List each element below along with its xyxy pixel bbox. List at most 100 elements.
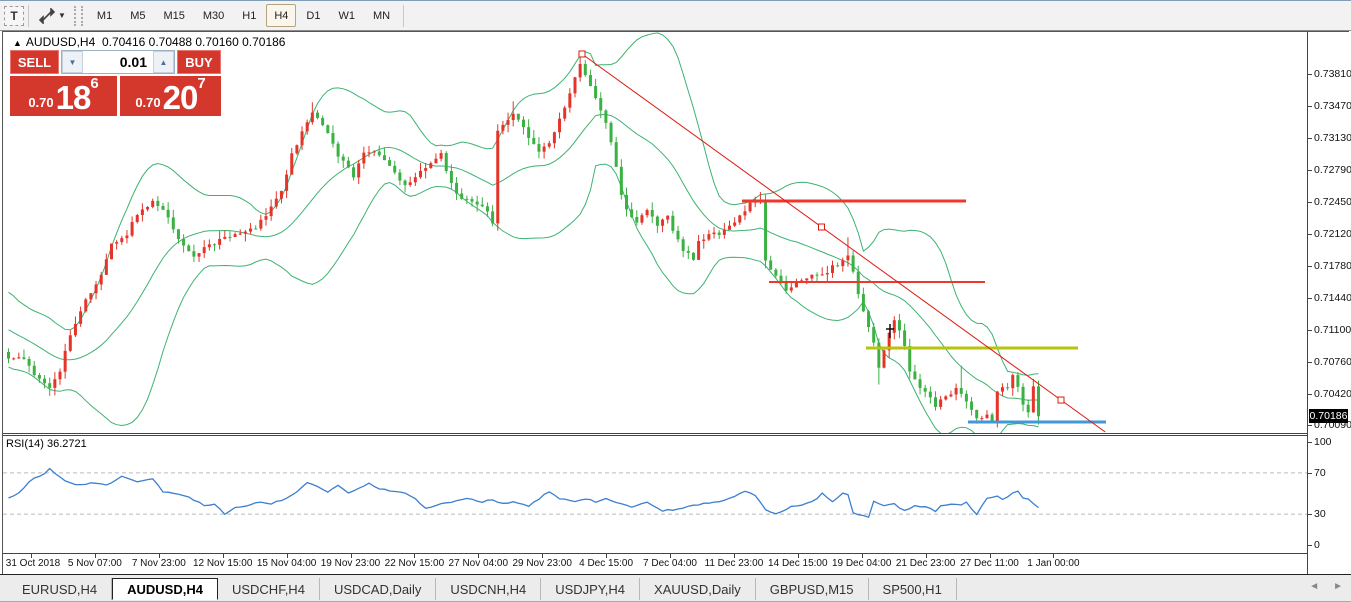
timeframe-button-m5[interactable]: M5 [122, 4, 153, 27]
tab-usdjpy-h4[interactable]: USDJPY,H4 [541, 578, 641, 600]
tab-audusd-h4[interactable]: AUDUSD,H4 [112, 578, 218, 600]
time-tick-label: 19 Dec 04:00 [831, 558, 892, 569]
price-axis[interactable]: 0.70186 0.73810 0.73470 0.73130 0.72790 0.72… [1307, 32, 1351, 575]
sell-button[interactable]: SELL [10, 50, 59, 74]
tab-usdcnh-h4[interactable]: USDCNH,H4 [436, 578, 542, 600]
time-axis[interactable]: 31 Oct 2018 5 Nov 07:00 7 Nov 23:00 12 Nov … [3, 553, 1307, 574]
timeframe-toolbar: M1 M5 M15 M30 H1 H4 D1 W1 MN [88, 4, 399, 27]
sell-price-prefix: 0.70 [28, 95, 54, 110]
rsi-tick-mark [1308, 545, 1312, 546]
toolbar-separator [403, 4, 405, 27]
price-tick-mark [1308, 106, 1312, 108]
rsi-tick-mark [1308, 472, 1312, 474]
price-tick-mark [1308, 233, 1312, 235]
price-tick-mark [1308, 202, 1312, 204]
time-tick-label: 14 Dec 15:00 [768, 558, 828, 569]
price-tick-mark [1308, 394, 1312, 395]
price-tick-label: 0.71780 [1314, 259, 1351, 272]
timeframe-button-m1[interactable]: M1 [89, 4, 120, 27]
price-tick-label: 0.70760 [1314, 355, 1351, 368]
rsi-indicator-label: RSI(14) 36.2721 [6, 438, 87, 450]
time-tick-label: 1 Jan 00:00 [1027, 558, 1080, 569]
trendline [581, 53, 1106, 433]
time-tick-label: 12 Nov 15:00 [192, 558, 253, 569]
volume-stepper: ▼ 0.01 ▲ [61, 50, 175, 74]
price-tick-label: 0.71100 [1314, 323, 1351, 336]
tab-scroll-nav: ◄ ► [1309, 581, 1343, 592]
time-tick-label: 22 Nov 15:00 [384, 558, 445, 569]
volume-input[interactable]: 0.01 [83, 51, 153, 73]
timeframe-button-m30[interactable]: M30 [195, 4, 232, 27]
time-tick-label: 21 Dec 23:00 [895, 558, 956, 569]
arrows-tool-button[interactable]: ▼ [34, 4, 71, 28]
trendline-handle-0 [578, 50, 586, 58]
tab-sp500-h1[interactable]: SP500,H1 [869, 578, 957, 600]
timeframe-button-w1[interactable]: W1 [330, 4, 363, 27]
price-tick-mark [1308, 138, 1312, 140]
volume-increase-button[interactable]: ▲ [153, 51, 174, 73]
one-click-trading-panel: SELL ▼ 0.01 ▲ BUY 0.70 18 6 0.70 20 7 [10, 50, 221, 116]
toolbar: T ▼ M1 M5 M15 M30 H1 H4 D1 W1 MN [0, 1, 1351, 31]
price-tick-mark [1308, 170, 1312, 172]
buy-price-display[interactable]: 0.70 20 7 [120, 76, 221, 116]
rsi-tick-label: 70 [1314, 466, 1326, 479]
diagonal-arrows-icon [39, 7, 55, 24]
time-tick-label: 11 Dec 23:00 [704, 558, 764, 569]
rsi-line [8, 467, 1039, 519]
ohlc-values: 0.70416 0.70488 0.70160 0.70186 [101, 35, 286, 49]
price-tick-mark [1308, 74, 1312, 75]
price-tick-label: 0.72790 [1314, 164, 1351, 177]
tab-usdchf-h4[interactable]: USDCHF,H4 [218, 578, 320, 600]
price-tick-label: 0.71440 [1314, 291, 1351, 304]
price-tick-label: 0.70090 [1314, 419, 1351, 432]
sell-price-display[interactable]: 0.70 18 6 [10, 76, 117, 116]
volume-decrease-button[interactable]: ▼ [62, 51, 83, 73]
text-tool-button[interactable]: T [4, 5, 24, 26]
buy-price-pips: 20 [162, 79, 199, 116]
trendline-handle-2 [1057, 396, 1065, 404]
price-tick-label: 0.73810 [1314, 68, 1351, 80]
chart-tab-bar: EURUSD,H4 AUDUSD,H4 USDCHF,H4 USDCAD,Daily U… [0, 574, 1351, 602]
sell-price-point: 6 [90, 75, 99, 92]
time-tick-label: 15 Nov 04:00 [256, 558, 317, 569]
chart-title: ▲ AUDUSD,H4 0.70416 0.70488 0.70160 0.701… [13, 35, 285, 49]
rsi-tick-label: 30 [1314, 508, 1326, 521]
time-tick-label: 4 Dec 15:00 [579, 558, 634, 569]
time-tick-label: 5 Nov 07:00 [67, 558, 122, 569]
tab-eurusd-h4[interactable]: EURUSD,H4 [8, 578, 113, 600]
buy-price-prefix: 0.70 [135, 95, 161, 110]
tab-scroll-left-icon[interactable]: ◄ [1309, 581, 1319, 592]
collapse-triangle-icon[interactable]: ▲ [13, 38, 22, 48]
price-tick-mark [1308, 297, 1312, 299]
chart-tabs: EURUSD,H4 AUDUSD,H4 USDCHF,H4 USDCAD,Daily U… [8, 578, 957, 600]
timeframe-button-m15[interactable]: M15 [155, 4, 192, 27]
sell-price-pips: 18 [55, 79, 92, 116]
rsi-tick-label: 0 [1314, 539, 1320, 551]
chart-window: ▲ AUDUSD,H4 0.70416 0.70488 0.70160 0.701… [2, 31, 1351, 575]
price-tick-mark [1308, 329, 1312, 331]
price-tick-label: 0.72450 [1314, 196, 1351, 209]
timeframe-button-h4[interactable]: H4 [266, 4, 297, 27]
tab-scroll-right-icon[interactable]: ► [1333, 581, 1343, 592]
rsi-tick-mark [1308, 442, 1312, 443]
tab-usdcad-daily[interactable]: USDCAD,Daily [320, 578, 437, 600]
symbol-period-label: AUDUSD,H4 [25, 35, 96, 49]
buy-button[interactable]: BUY [177, 50, 221, 74]
chevron-down-icon: ▼ [58, 11, 66, 20]
time-tick-label: 7 Dec 04:00 [643, 558, 697, 569]
toolbar-grip[interactable] [73, 5, 83, 26]
tab-xauusd-daily[interactable]: XAUUSD,Daily [640, 578, 756, 600]
price-tick-mark [1308, 425, 1312, 427]
trendline-handle-1 [818, 223, 825, 231]
price-tick-label: 0.70420 [1314, 388, 1351, 400]
tab-gbpusd-m15[interactable]: GBPUSD,M15 [756, 578, 869, 600]
rsi-pane[interactable] [3, 436, 1307, 553]
rsi-tick-label: 100 [1314, 436, 1332, 448]
rsi-chart-svg[interactable] [3, 436, 1307, 553]
timeframe-button-d1[interactable]: D1 [298, 4, 328, 27]
timeframe-button-h1[interactable]: H1 [234, 4, 264, 27]
time-tick-label: 19 Nov 23:00 [320, 558, 381, 569]
timeframe-button-mn[interactable]: MN [365, 4, 398, 27]
price-tick-label: 0.73130 [1314, 132, 1351, 145]
time-tick-label: 27 Dec 11:00 [960, 558, 1019, 569]
